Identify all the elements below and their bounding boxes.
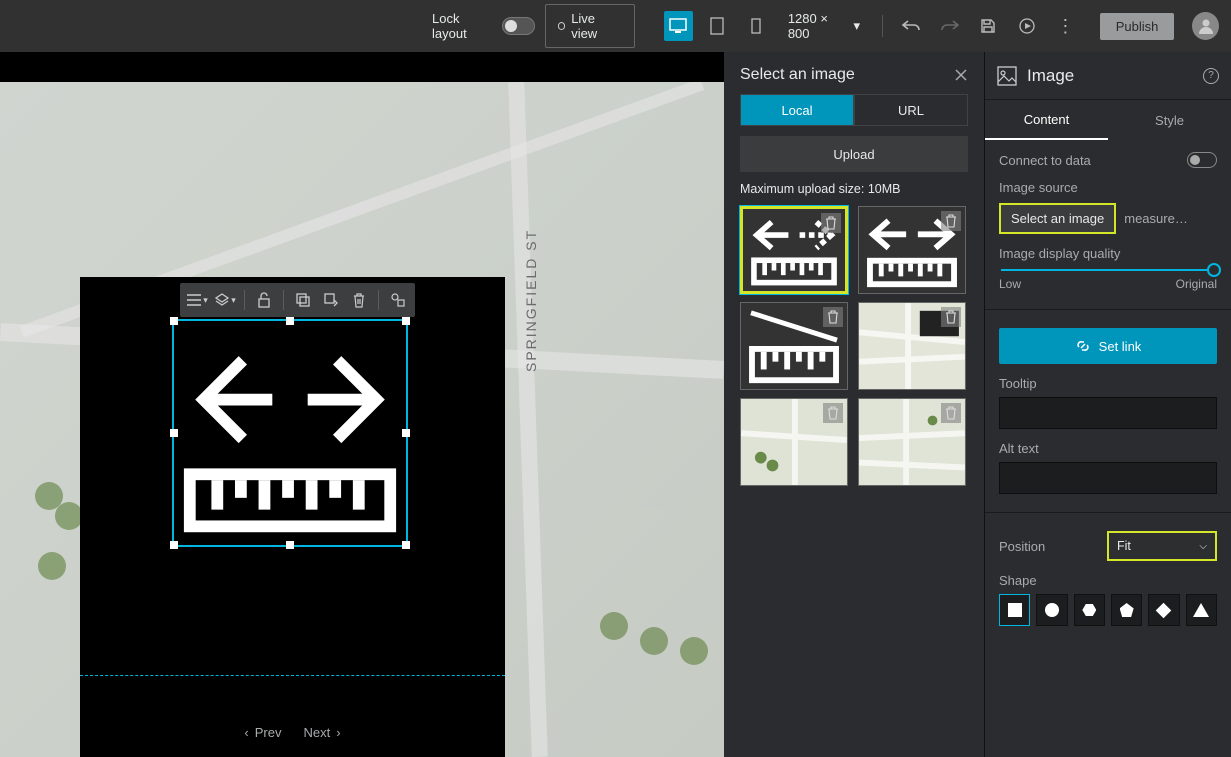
inspector-title: Image <box>1027 66 1074 86</box>
chevron-down-icon: ⌵ <box>1199 541 1207 552</box>
layers-button[interactable]: ▾ <box>212 287 238 313</box>
image-icon <box>997 66 1017 86</box>
tooltip-label: Tooltip <box>999 376 1217 391</box>
lock-layout-toggle[interactable]: Lock layout <box>432 11 535 41</box>
pager-prev[interactable]: ‹Prev <box>244 725 281 740</box>
image-frame[interactable] <box>172 319 408 547</box>
thumb-1[interactable] <box>740 206 848 294</box>
shape-triangle[interactable] <box>1186 594 1217 626</box>
thumb-5[interactable] <box>740 398 848 486</box>
redo-button[interactable] <box>936 11 965 41</box>
device-tablet-button[interactable] <box>703 11 732 41</box>
connect-data-toggle[interactable] <box>1187 152 1217 168</box>
lock-button[interactable] <box>251 287 277 313</box>
canvas[interactable]: SPRINGFIELD ST ▾ ▾ <box>0 52 724 757</box>
transform-button[interactable] <box>385 287 411 313</box>
source-tabs: Local URL <box>740 94 968 126</box>
shape-options <box>999 594 1217 626</box>
top-bar: Lock layout Live view 1280 × 800 ▾ ⋮ Pub… <box>0 0 1231 52</box>
thumb-4[interactable] <box>858 302 966 390</box>
live-view-button[interactable]: Live view <box>545 4 635 48</box>
link-icon <box>1075 338 1091 354</box>
preview-button[interactable] <box>1013 11 1042 41</box>
pager-next[interactable]: Next› <box>304 725 341 740</box>
quality-low-label: Low <box>999 277 1021 291</box>
close-icon[interactable] <box>954 68 968 82</box>
shape-diamond[interactable] <box>1148 594 1179 626</box>
duplicate-button[interactable] <box>318 287 344 313</box>
live-label: Live view <box>571 11 622 41</box>
quality-slider[interactable] <box>1001 269 1215 271</box>
upload-button[interactable]: Upload <box>740 136 968 172</box>
chevron-right-icon: › <box>336 725 340 740</box>
delete-button[interactable] <box>346 287 372 313</box>
delete-thumb-icon[interactable] <box>941 307 961 327</box>
image-source-label: Image source <box>999 180 1217 195</box>
live-dot-icon <box>558 22 566 30</box>
street-label: SPRINGFIELD ST <box>523 229 539 372</box>
select-image-button[interactable]: Select an image <box>999 203 1116 234</box>
quality-original-label: Original <box>1176 277 1217 291</box>
thumbnail-grid <box>740 206 968 486</box>
pager: ‹Prev Next› <box>80 725 505 740</box>
thumb-6[interactable] <box>858 398 966 486</box>
inspector-tabs: Content Style <box>985 100 1231 140</box>
viewport-size-select[interactable]: 1280 × 800 ▾ <box>780 5 868 47</box>
shape-circle[interactable] <box>1036 594 1067 626</box>
undo-button[interactable] <box>897 11 926 41</box>
app-root: Lock layout Live view 1280 × 800 ▾ ⋮ Pub… <box>0 0 1231 757</box>
slider-thumb[interactable] <box>1207 263 1221 277</box>
copy-button[interactable] <box>290 287 316 313</box>
context-toolbar: ▾ ▾ <box>180 283 415 317</box>
delete-thumb-icon[interactable] <box>941 211 961 231</box>
lock-switch[interactable] <box>502 17 534 35</box>
delete-thumb-icon[interactable] <box>941 403 961 423</box>
alttext-input[interactable] <box>999 462 1217 494</box>
measure-icon <box>174 321 406 545</box>
caret-down-icon: ▾ <box>854 18 861 34</box>
tab-url[interactable]: URL <box>854 94 968 126</box>
connect-label: Connect to data <box>999 153 1091 168</box>
image-widget[interactable]: ▾ ▾ <box>80 277 505 757</box>
select-image-panel: Select an image Local URL Upload Maximum… <box>724 52 984 757</box>
tab-local[interactable]: Local <box>740 94 854 126</box>
inspector-panel: Image ? Content Style Connect to data Im… <box>984 52 1231 757</box>
panel-title: Select an image <box>740 66 855 84</box>
align-button[interactable]: ▾ <box>184 287 210 313</box>
set-link-button[interactable]: Set link <box>999 328 1217 364</box>
tooltip-input[interactable] <box>999 397 1217 429</box>
delete-thumb-icon[interactable] <box>823 307 843 327</box>
position-select[interactable]: Fit ⌵ <box>1107 531 1217 561</box>
device-desktop-button[interactable] <box>664 11 693 41</box>
shape-pentagon[interactable] <box>1111 594 1142 626</box>
shape-label: Shape <box>999 573 1217 588</box>
thumb-2[interactable] <box>858 206 966 294</box>
delete-thumb-icon[interactable] <box>821 213 841 233</box>
main-area: SPRINGFIELD ST ▾ ▾ <box>0 52 1231 757</box>
alttext-label: Alt text <box>999 441 1217 456</box>
delete-thumb-icon[interactable] <box>823 403 843 423</box>
chevron-left-icon: ‹ <box>244 725 248 740</box>
user-avatar[interactable] <box>1192 12 1219 40</box>
quality-label: Image display quality <box>999 246 1217 261</box>
device-phone-button[interactable] <box>741 11 770 41</box>
thumb-3[interactable] <box>740 302 848 390</box>
tab-style[interactable]: Style <box>1108 100 1231 140</box>
help-icon[interactable]: ? <box>1203 68 1219 84</box>
shape-hexagon[interactable] <box>1074 594 1105 626</box>
lock-label: Lock layout <box>432 11 494 41</box>
save-button[interactable] <box>974 11 1003 41</box>
source-hint: measure… <box>1116 211 1188 226</box>
shape-rect[interactable] <box>999 594 1030 626</box>
more-button[interactable]: ⋮ <box>1051 11 1080 41</box>
max-size-note: Maximum upload size: 10MB <box>740 182 968 196</box>
tab-content[interactable]: Content <box>985 100 1108 140</box>
publish-button[interactable]: Publish <box>1100 13 1175 40</box>
position-label: Position <box>999 539 1045 554</box>
